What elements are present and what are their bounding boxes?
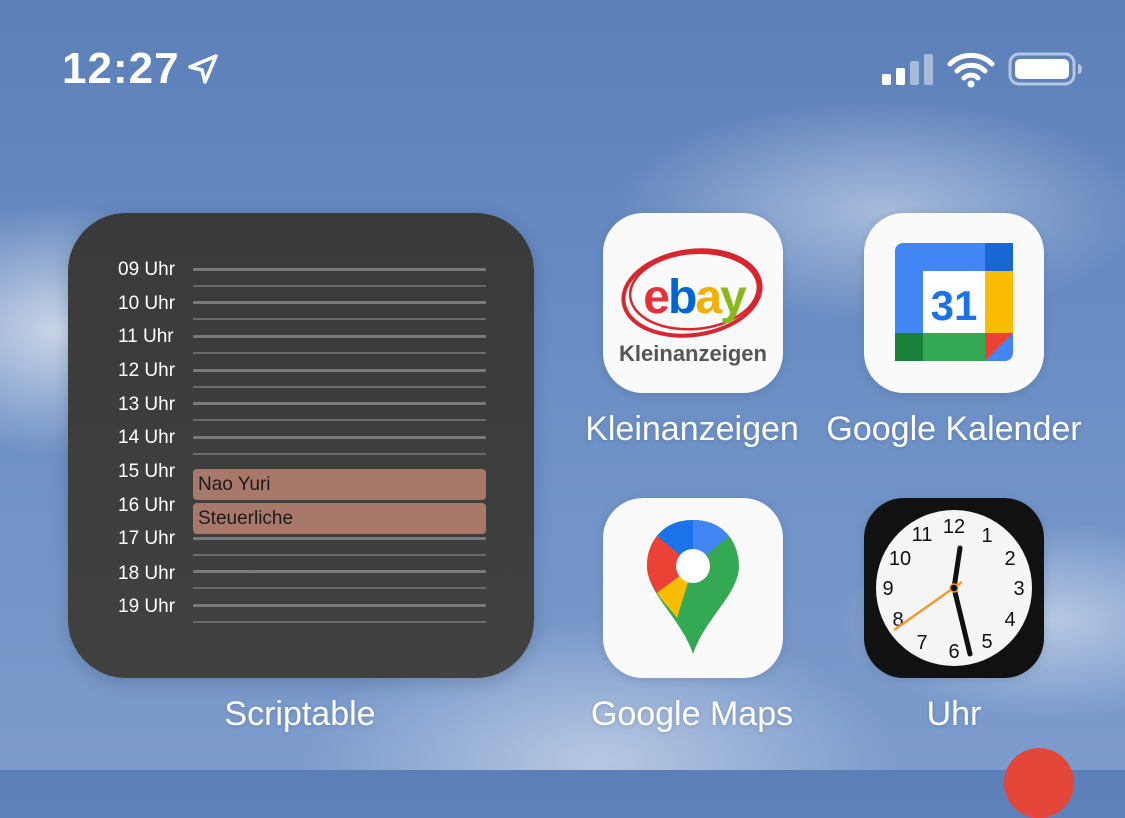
clock-numeral: 11 [912,524,933,546]
app-label-google-maps: Google Maps [590,695,794,733]
app-label-scriptable: Scriptable [224,695,376,733]
half-hour-line [193,285,486,287]
hour-label-18: 18 Uhr [118,563,176,584]
cellular-signal-icon [882,54,933,85]
battery-icon [1008,52,1082,86]
clock-numeral: 2 [1004,548,1015,570]
google-calendar-icon: 31 [895,243,1013,361]
half-hour-line [193,554,486,556]
clock-numeral: 1 [981,525,992,547]
svg-text:ebay: ebay [643,271,747,324]
hour-label-14: 14 Uhr [118,427,176,448]
clock-numeral: 12 [943,516,965,538]
half-hour-line [193,621,486,623]
clock-numeral: 7 [916,632,927,654]
svg-text:Kleinanzeigen: Kleinanzeigen [619,341,767,366]
clock-numeral: 5 [981,631,992,653]
hour-line [193,570,486,573]
hour-line [193,268,486,271]
hour-line [193,301,486,304]
hour-label-11: 11 Uhr [118,326,174,347]
wifi-icon [947,52,995,88]
clock-numeral: 9 [882,578,893,600]
half-hour-line [193,587,486,589]
half-hour-line [193,453,486,455]
hour-label-12: 12 Uhr [118,360,176,381]
half-hour-line [193,386,486,388]
hour-label-15: 15 Uhr [118,461,176,482]
hour-line [193,369,486,372]
clock-numeral: 3 [1013,578,1024,600]
svg-text:31: 31 [931,282,978,329]
half-hour-line [193,352,486,354]
app-uhr[interactable]: 12 1 2 3 4 5 6 7 8 9 10 11 [864,498,1044,678]
hour-line [193,604,486,607]
hour-line [193,335,486,338]
hour-label-09: 09 Uhr [118,259,176,280]
event-title: Steuerliche [198,508,294,529]
app-google-kalender[interactable]: 31 [864,213,1044,393]
hour-label-10: 10 Uhr [118,293,176,314]
app-label-uhr: Uhr [926,695,982,733]
hour-label-13: 13 Uhr [118,394,176,415]
app-label-kleinanzeigen: Kleinanzeigen [585,410,799,448]
hour-label-16: 16 Uhr [118,495,176,516]
clock-numeral: 6 [948,641,959,663]
hour-label-17: 17 Uhr [118,528,176,549]
status-bar: 12:27 [0,0,1125,140]
app-kleinanzeigen[interactable]: ebay Kleinanzeigen [603,213,783,393]
location-arrow-icon [188,54,218,84]
calendar-event[interactable]: Steuerliche [193,503,486,534]
hour-line [193,537,486,540]
app-label-google-kalender: Google Kalender [826,410,1082,448]
hour-label-19: 19 Uhr [118,596,176,617]
status-time: 12:27 [62,44,180,93]
app-google-maps[interactable] [603,498,783,678]
google-maps-pin-icon [647,520,739,654]
hour-line [193,402,486,405]
clock-numeral: 4 [1004,609,1015,631]
clock-icon: 12 1 2 3 4 5 6 7 8 9 10 11 [876,510,1032,666]
clock-numeral: 10 [889,548,911,570]
event-title: Nao Yuri [198,474,271,495]
half-hour-line [193,419,486,421]
calendar-event[interactable]: Nao Yuri [193,469,486,500]
notification-badge [1004,748,1074,818]
ebay-kleinanzeigen-icon: ebay Kleinanzeigen [619,248,767,366]
hour-line [193,436,486,439]
half-hour-line [193,318,486,320]
